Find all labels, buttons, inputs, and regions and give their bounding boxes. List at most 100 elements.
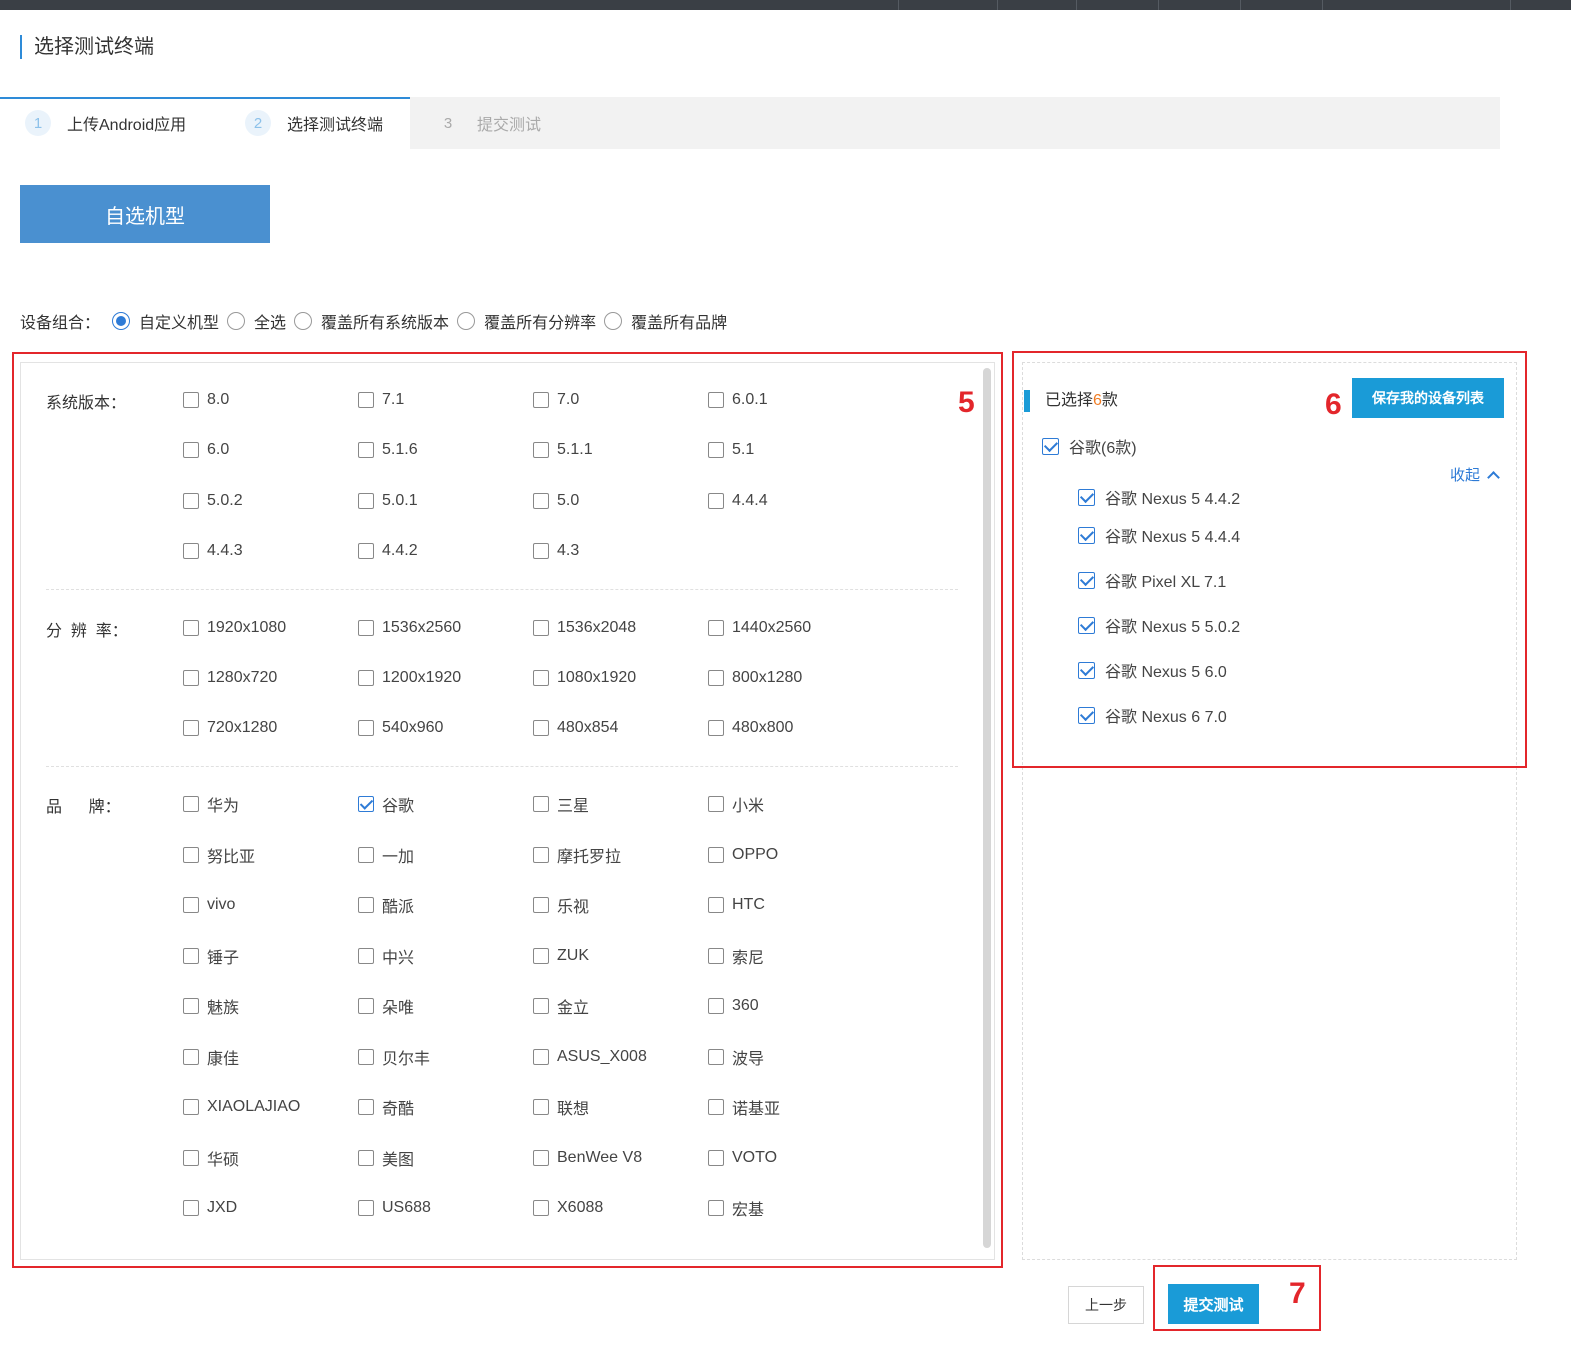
checkbox[interactable] <box>183 1099 199 1115</box>
step-select-device[interactable]: 2 选择测试终端 <box>245 110 383 136</box>
brand-option[interactable]: 魅族 <box>183 994 239 1018</box>
brand-option[interactable]: ASUS_X008 <box>533 1045 647 1069</box>
os-option[interactable]: 7.1 <box>358 388 404 412</box>
submit-test-button[interactable]: 提交测试 <box>1168 1284 1259 1324</box>
resolution-option[interactable]: 1536x2560 <box>358 616 461 640</box>
checkbox-checked[interactable] <box>1042 437 1059 455</box>
checkbox[interactable] <box>708 1049 724 1065</box>
checkbox[interactable] <box>358 620 374 636</box>
brand-option[interactable]: HTC <box>708 893 765 917</box>
brand-option[interactable]: ZUK <box>533 944 589 968</box>
checkbox[interactable] <box>183 392 199 408</box>
brand-option[interactable]: 奇酷 <box>358 1095 414 1119</box>
brand-option[interactable]: 贝尔丰 <box>358 1045 430 1069</box>
checkbox[interactable] <box>533 493 549 509</box>
brand-option[interactable]: XIAOLAJIAO <box>183 1095 300 1119</box>
checkbox[interactable] <box>183 1200 199 1216</box>
radio-custom-model[interactable]: 自定义机型 <box>112 309 219 333</box>
brand-option[interactable]: 美图 <box>358 1146 414 1170</box>
checkbox[interactable] <box>708 670 724 686</box>
checkbox[interactable] <box>533 1150 549 1166</box>
os-option[interactable]: 5.1 <box>708 438 754 462</box>
checkbox[interactable] <box>358 392 374 408</box>
resolution-option[interactable]: 800x1280 <box>708 666 802 690</box>
os-option[interactable]: 5.1.1 <box>533 438 593 462</box>
checkbox[interactable] <box>708 1099 724 1115</box>
checkbox-checked[interactable] <box>1078 661 1095 679</box>
os-option[interactable]: 5.0.2 <box>183 489 243 513</box>
brand-option[interactable]: 宏基 <box>708 1196 764 1220</box>
brand-option[interactable]: 索尼 <box>708 944 764 968</box>
brand-option[interactable]: 华硕 <box>183 1146 239 1170</box>
checkbox[interactable] <box>183 670 199 686</box>
checkbox[interactable] <box>533 392 549 408</box>
checkbox[interactable] <box>358 1200 374 1216</box>
checkbox[interactable] <box>358 720 374 736</box>
checkbox[interactable] <box>533 720 549 736</box>
checkbox[interactable] <box>708 620 724 636</box>
selected-device-item[interactable]: 谷歌 Pixel XL 7.1 <box>1078 568 1226 592</box>
resolution-option[interactable]: 1440x2560 <box>708 616 811 640</box>
checkbox[interactable] <box>183 897 199 913</box>
resolution-option[interactable]: 1200x1920 <box>358 666 461 690</box>
checkbox[interactable] <box>708 847 724 863</box>
brand-option[interactable]: 诺基亚 <box>708 1095 780 1119</box>
radio-all-resolution[interactable]: 覆盖所有分辨率 <box>457 309 596 333</box>
brand-option[interactable]: 乐视 <box>533 893 589 917</box>
checkbox[interactable] <box>708 720 724 736</box>
os-option[interactable]: 4.4.4 <box>708 489 768 513</box>
selected-device-item[interactable]: 谷歌 Nexus 5 4.4.2 <box>1078 485 1240 509</box>
brand-option[interactable]: 小米 <box>708 792 764 816</box>
checkbox[interactable] <box>358 1099 374 1115</box>
checkbox[interactable] <box>183 620 199 636</box>
checkbox[interactable] <box>358 948 374 964</box>
checkbox[interactable] <box>183 948 199 964</box>
custom-model-button[interactable]: 自选机型 <box>20 185 270 243</box>
brand-option[interactable]: 一加 <box>358 843 414 867</box>
brand-option[interactable]: 三星 <box>533 792 589 816</box>
brand-option[interactable]: 联想 <box>533 1095 589 1119</box>
radio-all-os[interactable]: 覆盖所有系统版本 <box>294 309 449 333</box>
checkbox[interactable] <box>708 1150 724 1166</box>
checkbox[interactable] <box>358 670 374 686</box>
checkbox[interactable] <box>183 796 199 812</box>
checkbox[interactable] <box>708 493 724 509</box>
brand-option[interactable]: 中兴 <box>358 944 414 968</box>
checkbox[interactable] <box>358 1150 374 1166</box>
resolution-option[interactable]: 480x854 <box>533 716 618 740</box>
checkbox-checked[interactable] <box>1078 488 1095 506</box>
brand-option[interactable]: vivo <box>183 893 235 917</box>
brand-group-google[interactable]: 谷歌(6款) <box>1042 434 1137 458</box>
os-option[interactable]: 4.4.2 <box>358 539 418 563</box>
brand-option[interactable]: VOTO <box>708 1146 777 1170</box>
brand-option[interactable]: 努比亚 <box>183 843 255 867</box>
checkbox[interactable] <box>533 1049 549 1065</box>
brand-option[interactable]: 华为 <box>183 792 239 816</box>
checkbox-checked[interactable] <box>1078 616 1095 634</box>
brand-option[interactable]: OPPO <box>708 843 778 867</box>
radio-button[interactable] <box>604 312 623 330</box>
checkbox[interactable] <box>183 847 199 863</box>
brand-option[interactable]: BenWee V8 <box>533 1146 642 1170</box>
os-option[interactable]: 8.0 <box>183 388 229 412</box>
checkbox[interactable] <box>358 847 374 863</box>
checkbox[interactable] <box>533 442 549 458</box>
checkbox[interactable] <box>533 998 549 1014</box>
checkbox[interactable] <box>708 897 724 913</box>
brand-option[interactable]: JXD <box>183 1196 237 1220</box>
checkbox[interactable] <box>533 847 549 863</box>
checkbox[interactable] <box>183 998 199 1014</box>
checkbox[interactable] <box>533 897 549 913</box>
resolution-option[interactable]: 720x1280 <box>183 716 277 740</box>
checkbox-checked[interactable] <box>1078 526 1095 544</box>
resolution-option[interactable]: 1920x1080 <box>183 616 286 640</box>
os-option[interactable]: 7.0 <box>533 388 579 412</box>
os-option[interactable]: 4.4.3 <box>183 539 243 563</box>
checkbox[interactable] <box>533 670 549 686</box>
save-device-list-button[interactable]: 保存我的设备列表 <box>1352 378 1504 418</box>
radio-button[interactable] <box>227 312 246 330</box>
checkbox[interactable] <box>358 543 374 559</box>
checkbox[interactable] <box>358 998 374 1014</box>
checkbox[interactable] <box>358 1049 374 1065</box>
os-option[interactable]: 4.3 <box>533 539 579 563</box>
